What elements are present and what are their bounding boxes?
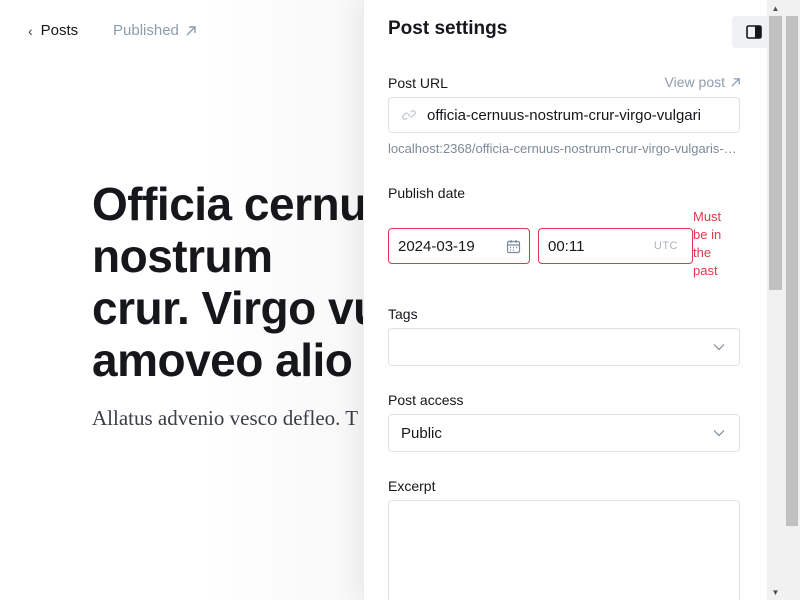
panel-title: Post settings <box>388 18 508 39</box>
scroll-up-arrow[interactable]: ▲ <box>767 0 784 16</box>
scrollbar-thumb[interactable] <box>769 16 782 290</box>
date-value: 2024-03-19 <box>398 237 475 255</box>
post-url-preview: localhost:2368/officia-cernuus-nostrum-c… <box>388 141 740 156</box>
excerpt-label: Excerpt <box>388 478 436 494</box>
view-post-label: View post <box>664 74 725 90</box>
excerpt-textarea[interactable] <box>388 500 740 600</box>
post-url-label: Post URL <box>388 75 448 91</box>
arrow-up-right-icon <box>186 25 196 35</box>
toggle-sidebar-button[interactable] <box>732 16 767 48</box>
post-settings-panel: Post settings Post URL View post officia… <box>364 0 767 600</box>
arrow-up-right-icon <box>731 77 740 87</box>
tags-label: Tags <box>388 306 418 322</box>
sidebar-toggle-icon <box>746 25 762 39</box>
scroll-down-arrow[interactable]: ▼ <box>767 584 784 600</box>
post-status[interactable]: Published <box>113 22 197 39</box>
chevron-down-icon <box>713 344 725 351</box>
timezone-label: UTC <box>653 240 678 252</box>
chevron-left-icon: ‹ <box>28 22 33 39</box>
calendar-icon[interactable] <box>506 239 521 254</box>
post-url-value: officia-cernuus-nostrum-crur-virgo-vulga… <box>427 106 701 124</box>
date-error-message: Must be in the past <box>693 209 722 278</box>
post-access-value: Public <box>401 424 442 442</box>
time-value: 00:11 <box>548 237 585 255</box>
scrollbar-gutter <box>784 0 800 600</box>
status-label: Published <box>113 22 179 39</box>
back-label: Posts <box>40 22 79 39</box>
post-url-input[interactable]: officia-cernuus-nostrum-crur-virgo-vulga… <box>388 97 740 133</box>
post-access-select[interactable]: Public <box>388 414 740 452</box>
publish-time-input[interactable]: 00:11 UTC <box>538 228 693 264</box>
view-post-link[interactable]: View post <box>665 74 741 90</box>
publish-date-label: Publish date <box>388 185 466 201</box>
link-icon <box>402 110 416 120</box>
tags-select[interactable] <box>388 328 740 366</box>
outer-scrollbar-thumb[interactable] <box>786 16 798 526</box>
post-access-label: Post access <box>388 392 464 408</box>
chevron-down-icon <box>713 430 725 437</box>
publish-date-input[interactable]: 2024-03-19 <box>388 228 530 264</box>
scrollbar-track[interactable]: ▲ ▼ <box>767 0 784 600</box>
back-to-posts-link[interactable]: ‹ Posts <box>28 22 78 39</box>
editor-topbar: ‹ Posts Published <box>0 0 364 64</box>
